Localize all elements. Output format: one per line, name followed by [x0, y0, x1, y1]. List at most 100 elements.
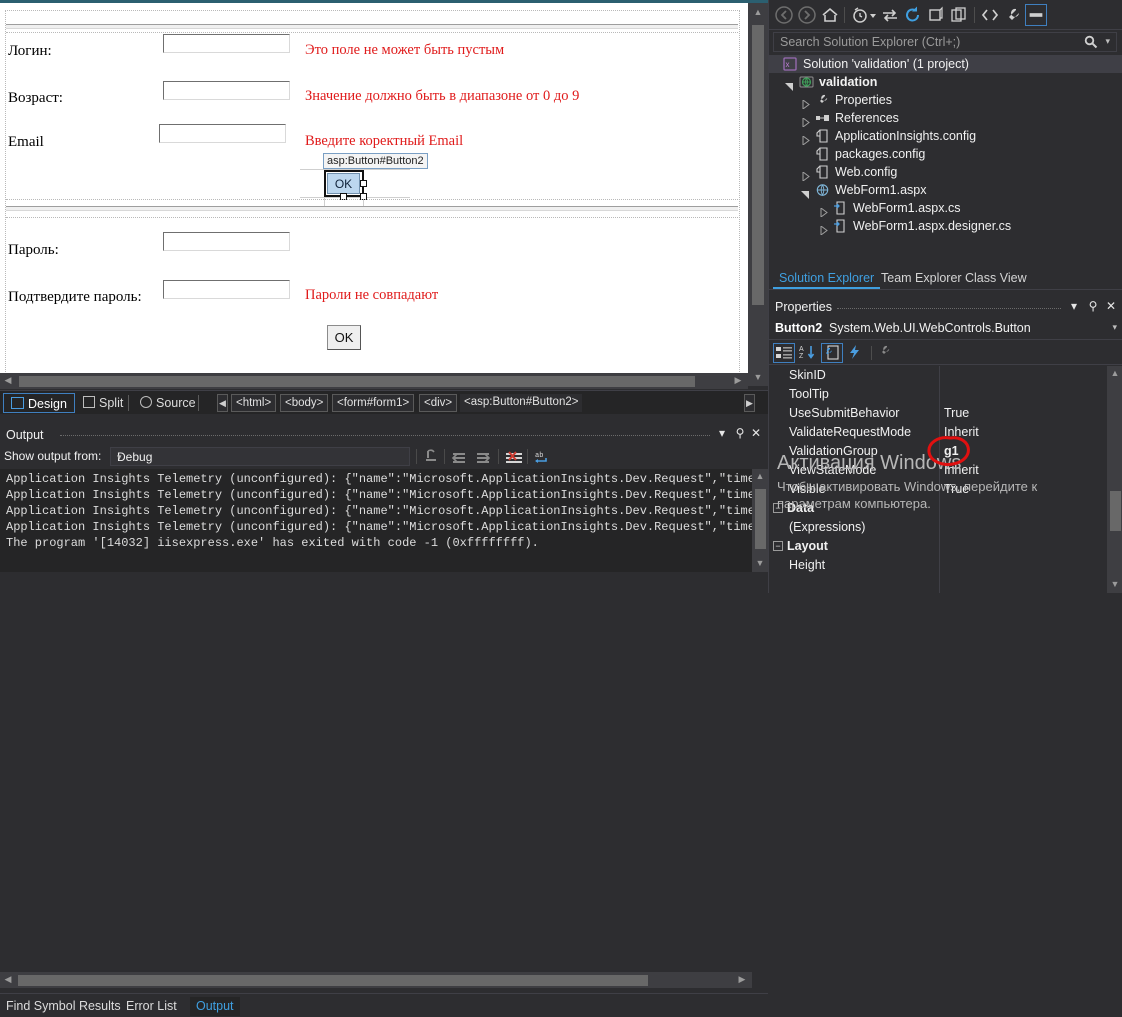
search-dropdown-icon[interactable]: ▾ — [1105, 36, 1110, 47]
twisty-closed-icon[interactable] — [801, 132, 810, 146]
twisty-closed-icon[interactable] — [801, 114, 810, 128]
dropdown-icon[interactable]: ▾ — [1066, 299, 1082, 315]
solution-tree[interactable]: x Solution 'validation' (1 project) vali… — [769, 55, 1122, 262]
designer-vertical-scrollbar[interactable]: ▲ ▼ — [748, 3, 768, 386]
tab-output[interactable]: Output — [190, 997, 240, 1016]
tree-node-solution[interactable]: x Solution 'validation' (1 project) — [769, 55, 1122, 73]
twisty-closed-icon[interactable] — [801, 96, 810, 110]
tagnav-form[interactable]: <form#form1> — [332, 394, 415, 412]
scroll-down-icon[interactable]: ▼ — [1107, 577, 1122, 593]
properties-page-icon[interactable] — [821, 343, 843, 363]
tree-node-webform1-aspx[interactable]: WebForm1.aspx — [769, 181, 1122, 199]
tree-node-packages-config[interactable]: packages.config — [769, 145, 1122, 163]
property-row-viewstatemode[interactable]: ViewStateMode Inherit — [769, 461, 1107, 480]
property-row-visible[interactable]: Visible True — [769, 480, 1107, 499]
output-source-select[interactable]: Debug ▾ — [110, 447, 410, 466]
tag-nav-left-icon[interactable]: ◀ — [217, 394, 228, 412]
properties-grid[interactable]: SkinID ToolTip UseSubmitBehavior True Va… — [769, 366, 1107, 593]
tagnav-button[interactable]: <asp:Button#Button2> — [460, 394, 583, 412]
find-message-source-icon[interactable] — [420, 447, 442, 467]
pin-icon[interactable]: ⚲ — [732, 426, 748, 442]
email-input[interactable] — [159, 124, 286, 143]
pin-icon[interactable]: ⚲ — [1085, 299, 1101, 315]
ok-button-selected[interactable]: OK — [327, 173, 360, 194]
property-value[interactable]: True — [944, 404, 969, 423]
scroll-down-icon[interactable]: ▼ — [752, 556, 768, 572]
property-row-skinid[interactable]: SkinID — [769, 366, 1107, 385]
show-all-files-icon[interactable] — [948, 4, 970, 26]
scroll-up-icon[interactable]: ▲ — [1107, 366, 1122, 382]
chevron-down-icon[interactable]: ▾ — [1112, 322, 1117, 333]
property-value[interactable]: Inherit — [944, 461, 979, 480]
property-pages-icon[interactable] — [875, 343, 897, 363]
login-input[interactable] — [163, 34, 290, 53]
clear-all-icon[interactable] — [448, 447, 470, 467]
collapse-all-icon[interactable] — [925, 4, 947, 26]
designer-hscroll-thumb[interactable] — [19, 376, 695, 387]
categorized-icon[interactable] — [773, 343, 795, 363]
property-value[interactable]: Inherit — [944, 423, 979, 442]
scroll-up-icon[interactable]: ▲ — [752, 469, 768, 485]
property-value[interactable]: True — [944, 480, 969, 499]
close-icon[interactable]: ✕ — [748, 426, 764, 442]
back-icon[interactable] — [773, 4, 795, 26]
solution-explorer-search[interactable]: Search Solution Explorer (Ctrl+;) ▾ — [773, 32, 1117, 52]
scroll-left-icon[interactable]: ◀ — [0, 373, 16, 389]
tab-team-explorer[interactable]: Team Explorer — [875, 269, 968, 289]
close-icon[interactable]: ✕ — [1103, 299, 1119, 315]
tab-design[interactable]: Design — [3, 393, 75, 413]
tab-source[interactable]: Source — [133, 393, 203, 413]
tree-node-references[interactable]: References — [769, 109, 1122, 128]
collapse-icon[interactable]: − — [773, 503, 783, 513]
scroll-left-icon[interactable]: ◀ — [0, 972, 16, 988]
tree-node-applicationinsights-config[interactable]: ApplicationInsights.config — [769, 127, 1122, 146]
tagnav-html[interactable]: <html> — [231, 394, 277, 412]
tagnav-div[interactable]: <div> — [419, 394, 458, 412]
scroll-right-icon[interactable]: ▶ — [734, 972, 750, 988]
property-row-usesubmitbehavior[interactable]: UseSubmitBehavior True — [769, 404, 1107, 423]
tab-solution-explorer[interactable]: Solution Explorer — [773, 269, 881, 289]
property-row-expressions[interactable]: (Expressions) — [769, 518, 1107, 537]
design-surface[interactable]: Логин: Это поле не может быть пустым Воз… — [0, 3, 748, 386]
collapse-icon[interactable]: − — [773, 541, 783, 551]
toggle-format-icon[interactable]: ab — [531, 447, 553, 467]
scroll-up-icon[interactable]: ▲ — [748, 3, 768, 21]
tag-nav-right-icon[interactable]: ▶ — [744, 394, 755, 412]
property-row-tooltip[interactable]: ToolTip — [769, 385, 1107, 404]
events-icon[interactable] — [845, 343, 867, 363]
twisty-closed-icon[interactable] — [819, 204, 828, 218]
output-text-area[interactable]: Application Insights Telemetry (unconfig… — [0, 469, 752, 572]
output-vertical-scrollbar[interactable]: ▲ ▼ — [752, 469, 768, 572]
twisty-closed-icon[interactable] — [819, 222, 828, 236]
resize-handle-right[interactable] — [360, 180, 367, 187]
tree-node-properties[interactable]: Properties — [769, 91, 1122, 110]
tab-find-symbol-results[interactable]: Find Symbol Results — [0, 997, 127, 1016]
clear-output-icon[interactable] — [503, 447, 525, 467]
scroll-down-icon[interactable]: ▼ — [748, 368, 768, 386]
dropdown-icon[interactable]: ▾ — [714, 426, 730, 442]
submit-ok-button[interactable]: OK — [327, 325, 361, 350]
property-category-layout[interactable]: − Layout — [769, 537, 1107, 556]
sync-with-active-document-icon[interactable] — [879, 4, 901, 26]
designer-vscroll-thumb[interactable] — [752, 25, 764, 305]
tree-node-validation-project[interactable]: validation — [769, 73, 1122, 91]
selected-control-tag[interactable]: asp:Button#Button2 — [323, 153, 428, 169]
property-category-data[interactable]: − Data — [769, 499, 1107, 518]
output-horizontal-scrollbar[interactable]: ◀ ▶ — [0, 972, 752, 988]
scroll-right-icon[interactable]: ▶ — [730, 373, 746, 389]
tagnav-body[interactable]: <body> — [280, 394, 329, 412]
property-row-validaterequestmode[interactable]: ValidateRequestMode Inherit — [769, 423, 1107, 442]
preview-selected-items-icon[interactable] — [1025, 4, 1047, 26]
output-hscroll-thumb[interactable] — [18, 975, 648, 986]
tree-node-webform1-aspx-designer-cs[interactable]: WebForm1.aspx.designer.cs — [769, 217, 1122, 236]
age-input[interactable] — [163, 81, 290, 100]
tree-node-web-config[interactable]: Web.config — [769, 163, 1122, 182]
toggle-word-wrap-icon[interactable] — [472, 447, 494, 467]
tab-class-view[interactable]: Class View — [959, 269, 1033, 289]
properties-vscroll-thumb[interactable] — [1110, 491, 1121, 531]
alphabetical-icon[interactable]: AZ — [797, 343, 819, 363]
tree-node-webform1-aspx-cs[interactable]: WebForm1.aspx.cs — [769, 199, 1122, 218]
password-input[interactable] — [163, 232, 290, 251]
property-row-height[interactable]: Height — [769, 556, 1107, 575]
twisty-open-icon[interactable] — [785, 78, 794, 91]
